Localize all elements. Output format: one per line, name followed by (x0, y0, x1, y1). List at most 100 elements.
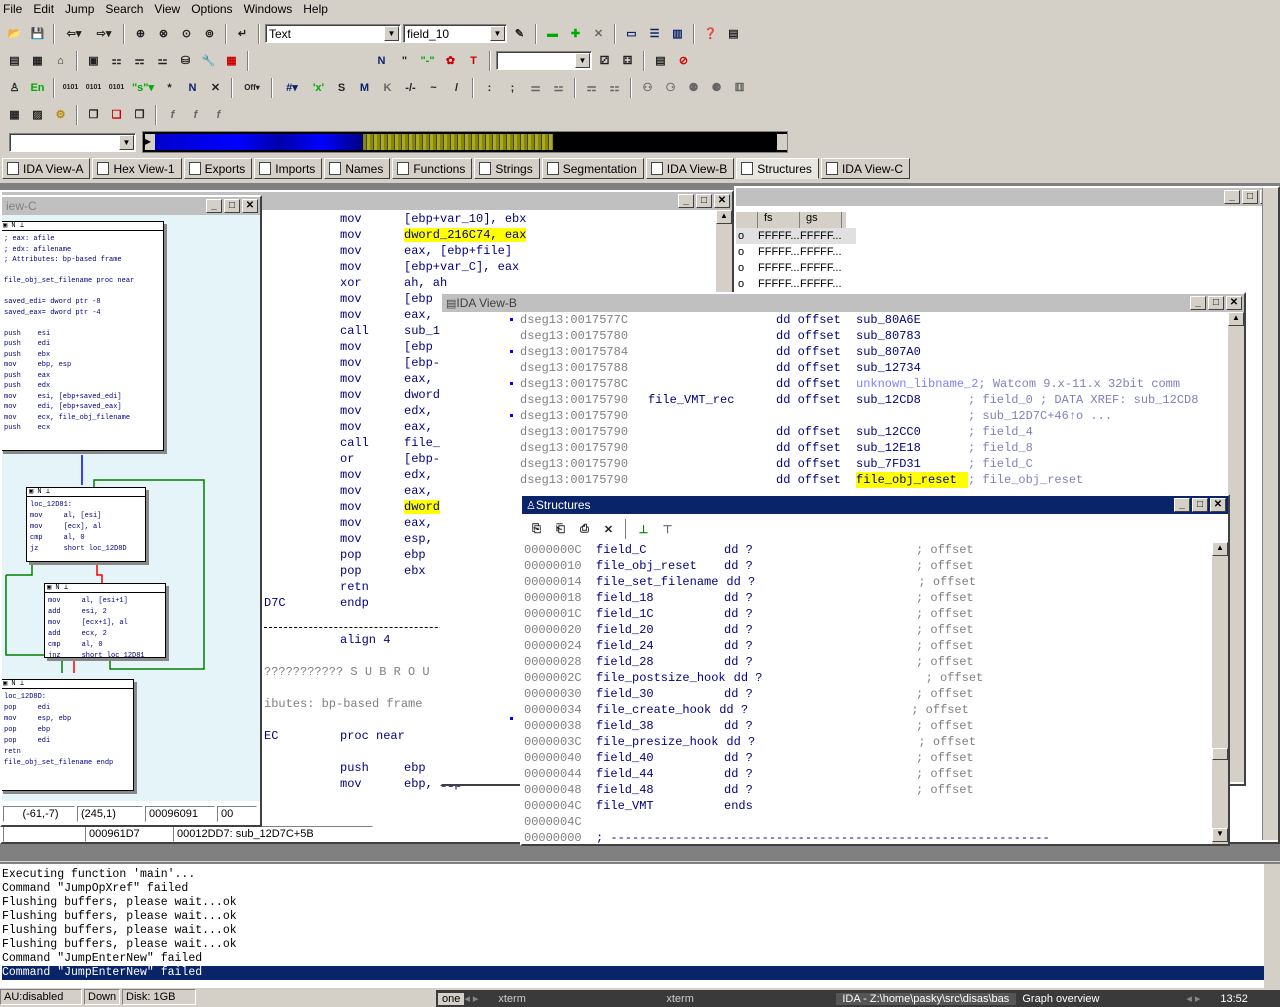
maximize-button[interactable]: □ (696, 194, 712, 208)
struct-member-name[interactable]: field_40 (596, 750, 724, 766)
symbolic-icon[interactable]: M (354, 77, 375, 98)
taskbar-item-xterm-1[interactable]: xterm (492, 993, 660, 1005)
graph-node[interactable]: ▣ N ⊥ mov al, [esi+1] add esi, 2 mov [ecx+1… (44, 583, 166, 658)
struct-member-name[interactable]: file_presize_hook (596, 734, 718, 750)
operand[interactable]: dword (404, 500, 441, 514)
menu-jump[interactable]: Jump (65, 2, 94, 16)
func-end-icon[interactable]: ⚏ (604, 77, 625, 98)
operand[interactable]: eax, (404, 420, 433, 434)
target[interactable]: sub_7FD31 (856, 456, 968, 472)
operand[interactable]: edx, (404, 468, 433, 482)
maximize-button[interactable]: □ (224, 199, 240, 213)
struct-member[interactable]: 00000014 file_set_filename dd ? ; offset (522, 574, 1212, 590)
struct-member[interactable]: 0000003C file_presize_hook dd ? ; offset (522, 734, 1212, 750)
struct-unhide-icon[interactable]: ⊤ (657, 519, 678, 540)
operand[interactable]: eax, [ebp+file] (404, 244, 512, 258)
struct-expand-icon[interactable]: ⎙ (574, 519, 595, 540)
xref-to-icon[interactable]: ⚇ (637, 77, 658, 98)
struct-member[interactable]: 00000044 field_44 dd ? ; offset (522, 766, 1212, 782)
notes-icon[interactable]: ▤ (650, 50, 671, 71)
struct-member[interactable]: 00000018 field_18 dd ? ; offset (522, 590, 1212, 606)
colon-icon[interactable]: : (479, 77, 500, 98)
windows-arrange-icon[interactable]: ❒ (129, 104, 150, 125)
operand[interactable]: dword (404, 388, 440, 402)
text-type-combo[interactable]: Text ▼ (265, 24, 401, 43)
operand[interactable]: [ebp- (404, 452, 440, 466)
struct-data-icon[interactable]: 0101 (106, 77, 127, 98)
struct-member-name[interactable]: field_1C (596, 606, 724, 622)
close-button[interactable]: ✕ (1226, 296, 1242, 310)
graph-node[interactable]: ▣ N ⊥ loc_12D8D: pop edi mov esp, ebp pop eb… (2, 679, 134, 791)
struct-member-name[interactable]: field_20 (596, 622, 724, 638)
struct-member-name[interactable]: field_28 (596, 654, 724, 670)
tab-functions[interactable]: Functions (392, 158, 473, 179)
minimize-button[interactable]: _ (1190, 296, 1206, 310)
struct-member-name[interactable]: field_18 (596, 590, 724, 606)
target[interactable]: sub_80A6E (856, 312, 968, 328)
struct-member[interactable]: 0000004C file_VMT ends (522, 798, 1212, 814)
navigation-band[interactable]: ▸ (142, 131, 788, 153)
operand[interactable]: edx, (404, 404, 433, 418)
hex-scrollbar[interactable] (1262, 188, 1278, 840)
minimize-button[interactable]: _ (1174, 498, 1190, 512)
string-icon[interactable]: " (394, 50, 415, 71)
tab-names[interactable]: Names (324, 158, 391, 179)
minimize-button[interactable]: _ (206, 199, 222, 213)
operand[interactable]: [ebp (404, 292, 433, 306)
hide-icon[interactable]: ⚌ (525, 77, 546, 98)
maximize-button[interactable]: □ (1208, 296, 1224, 310)
target[interactable]: sub_12734 (856, 360, 968, 376)
menu-options[interactable]: Options (191, 2, 232, 16)
struct-member-name[interactable]: field_C (596, 542, 724, 558)
palette-icon[interactable]: ▦ (221, 50, 242, 71)
xref-user-icon[interactable]: ⚉ (683, 77, 704, 98)
xref-from-icon[interactable]: ⚆ (660, 77, 681, 98)
quote-icon[interactable]: "-" (417, 50, 438, 71)
struct-member[interactable]: 00000028 field_28 dd ? ; offset (522, 654, 1212, 670)
hash-icon[interactable]: #▾ (278, 77, 306, 98)
window-layout-1-icon[interactable]: ▭ (621, 23, 642, 44)
target[interactable]: sub_12CC0 (856, 424, 968, 440)
hex-row[interactable]: o FFFFF... FFFFF... (736, 244, 856, 260)
graph-canvas[interactable]: ▣ N ⊥ ; eax: afile ; edx: afilename ; Attri… (2, 215, 260, 801)
segment-icon[interactable]: S (331, 77, 352, 98)
minimize-button[interactable]: _ (1224, 190, 1240, 204)
close-button[interactable]: ✕ (242, 199, 258, 213)
delete-icon[interactable]: ✕ (588, 23, 609, 44)
taskbar-item-ida[interactable]: IDA - Z:\home\pasky\src\disas\bas (836, 992, 1017, 1005)
minimize-button[interactable]: _ (678, 194, 694, 208)
close-button[interactable]: ✕ (714, 194, 730, 208)
operand[interactable]: [ebp+var_C], eax (404, 260, 519, 274)
segment-combo[interactable]: ▼ (9, 133, 136, 152)
struct-member[interactable]: 0000004C (522, 814, 1212, 830)
en-icon[interactable]: En (27, 77, 48, 98)
graph-node[interactable]: ▣ N ⊥ loc_12D81: mov al, [esi] mov [ecx], a… (26, 487, 146, 562)
graph-xref-icon[interactable]: ⚎ (129, 50, 150, 71)
window-layout-2-icon[interactable]: ☰ (644, 23, 665, 44)
ascii-icon[interactable]: "s"▾ (129, 77, 157, 98)
n-icon[interactable]: N (371, 50, 392, 71)
struct-member[interactable]: 00000024 field_24 dd ? ; offset (522, 638, 1212, 654)
close-button[interactable]: ✕ (1210, 498, 1226, 512)
struct-member-name[interactable]: field_38 (596, 718, 724, 734)
no-icon[interactable]: ⊘ (673, 50, 694, 71)
bitwise-icon[interactable]: ~ (423, 77, 444, 98)
operand[interactable]: dword_216C74, eax (404, 228, 527, 242)
struct-member[interactable]: 00000030 field_30 dd ? ; offset (522, 686, 1212, 702)
tab-segmentation[interactable]: Segmentation (541, 158, 644, 179)
operand[interactable]: [ebp+var_10], ebx (404, 212, 526, 226)
target[interactable]: sub_80783 (856, 328, 968, 344)
structures-listing[interactable]: 0000000C field_C dd ? ; offset 00000010 file_… (522, 542, 1212, 844)
struct-member-name[interactable]: field_30 (596, 686, 724, 702)
tab-ida-view-c[interactable]: IDA View-C (820, 158, 911, 179)
tab-structures[interactable]: Structures (736, 158, 819, 179)
taskbar-item-xterm-2[interactable]: xterm (660, 993, 836, 1005)
func-2-icon[interactable]: f (185, 104, 206, 125)
target[interactable]: sub_12CD8 (856, 392, 968, 408)
struct-member[interactable]: 0000000C field_C dd ? ; offset (522, 542, 1212, 558)
collapse-icon[interactable]: ▬ (542, 23, 563, 44)
char-icon[interactable]: 'x' (308, 77, 329, 98)
help-icon[interactable]: ❓ (700, 23, 721, 44)
workspace-label[interactable]: one (438, 992, 465, 1005)
target[interactable]: file_obj_reset (856, 472, 968, 488)
